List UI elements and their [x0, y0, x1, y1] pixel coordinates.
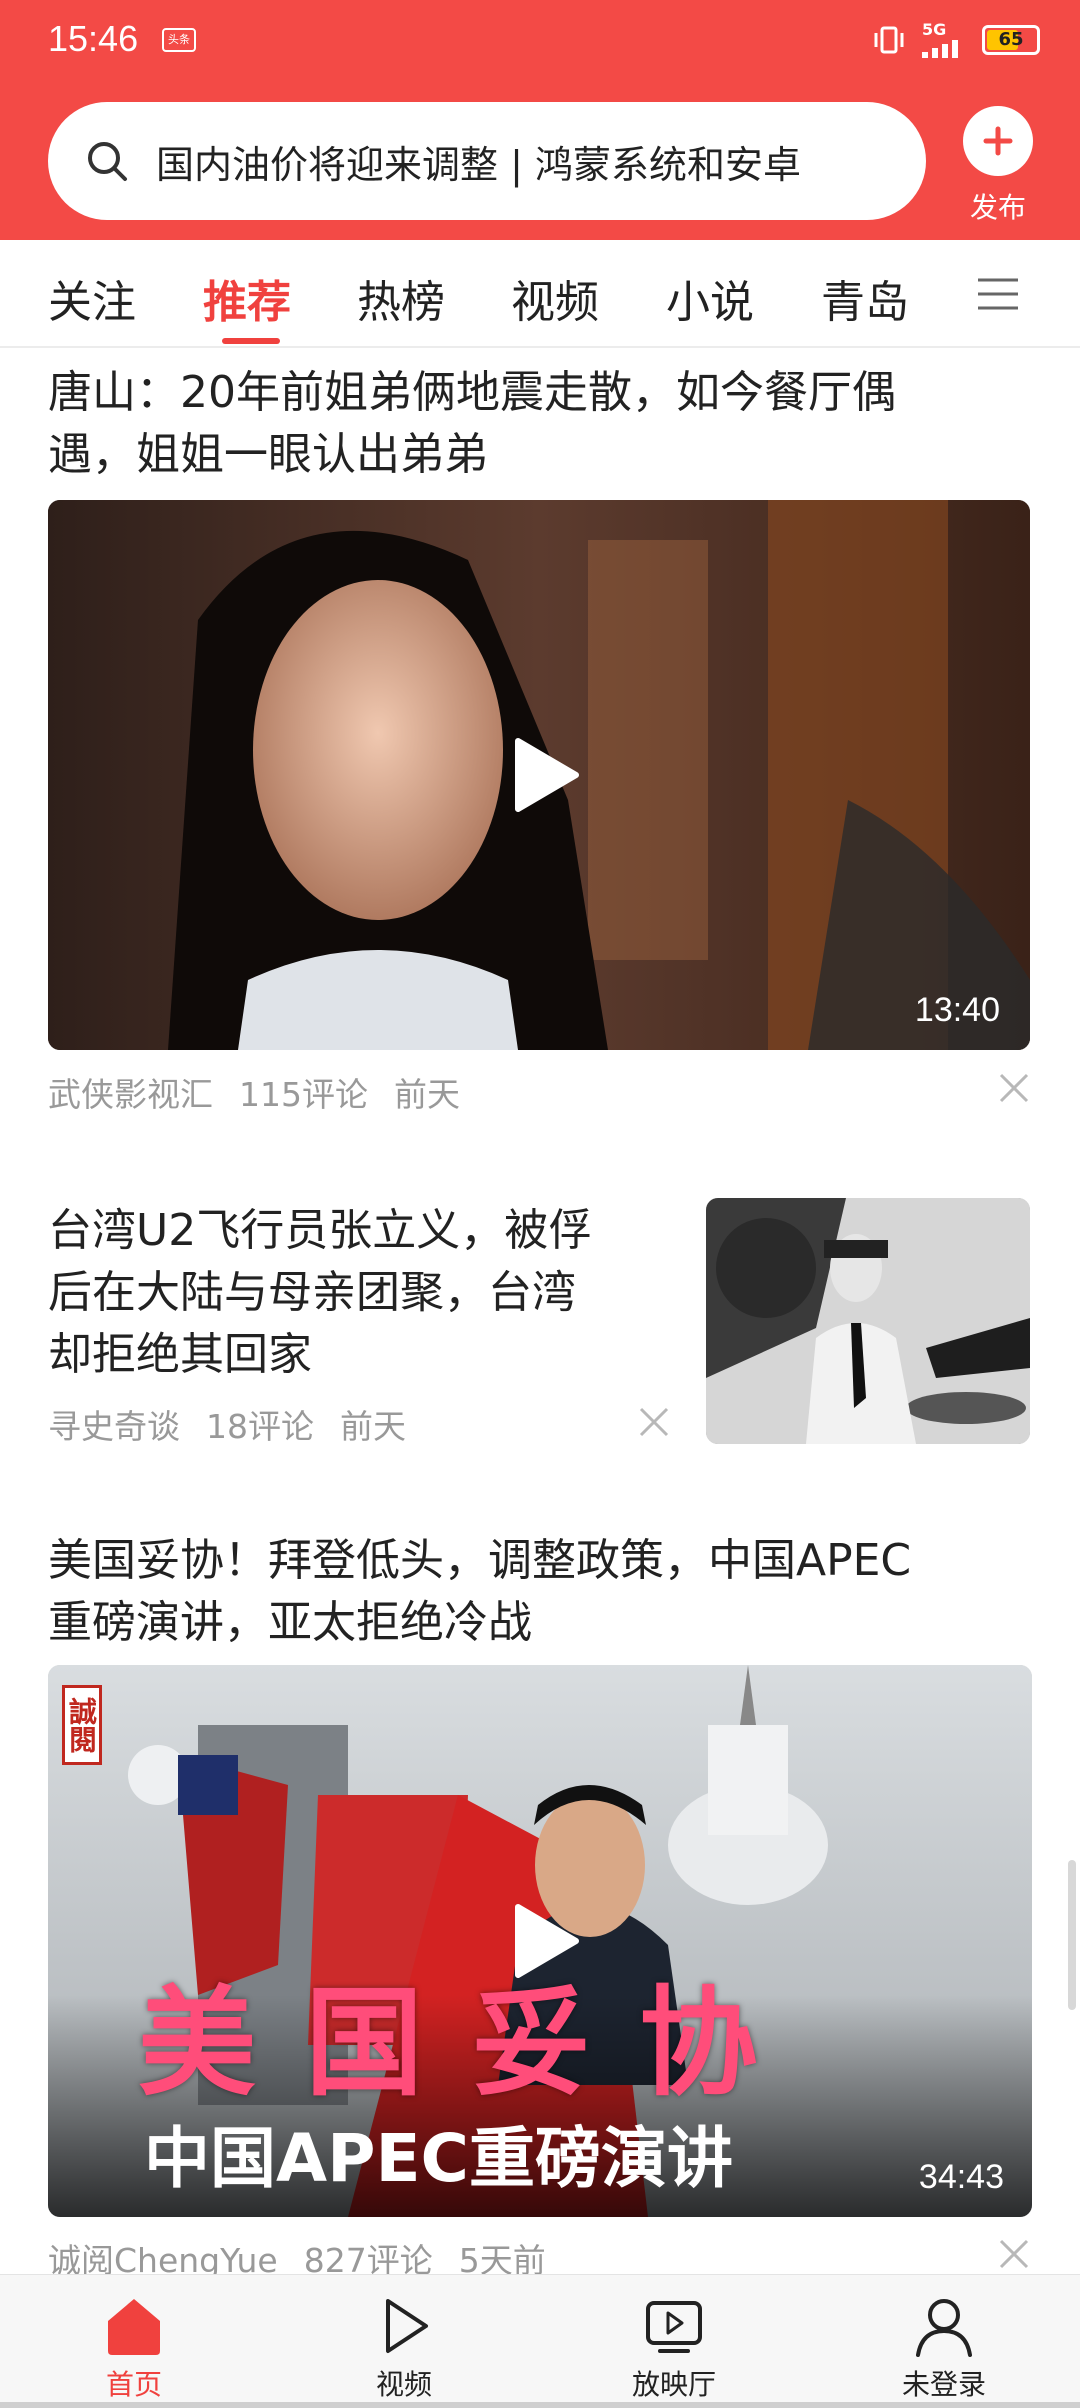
tab-hot[interactable]: 热榜 [357, 266, 445, 330]
tab-follow[interactable]: 关注 [48, 266, 136, 330]
source-name[interactable]: 武侠影视汇 [48, 1068, 213, 1116]
battery-icon: 65 [982, 25, 1040, 55]
status-time: 15:46 [48, 18, 139, 59]
status-bar: 15:46 头条 5G 65 [0, 0, 1080, 90]
search-bar[interactable]: 国内油价将迎来调整 | 鸿蒙系统和安卓 [48, 102, 926, 220]
title-line: 后在大陆与母亲团聚，台湾 [48, 1267, 576, 1318]
tab-recommend[interactable]: 推荐 [203, 266, 291, 330]
title-line: 唐山：20年前姐弟俩地震走散，如今餐厅偶 [48, 367, 896, 418]
article-meta: 武侠影视汇 115评论 前天 [48, 1068, 460, 1116]
title-line: 却拒绝其回家 [48, 1329, 312, 1380]
article-thumbnail[interactable] [706, 1198, 1030, 1444]
user-icon [916, 2299, 972, 2357]
signal-bars-icon [922, 40, 958, 58]
source-name[interactable]: 寻史奇谈 [48, 1400, 180, 1448]
title-line: 重磅演讲，亚太拒绝冷战 [48, 1597, 532, 1648]
publish-time: 前天 [394, 1075, 460, 1114]
play-icon[interactable] [510, 737, 580, 813]
plus-icon [963, 106, 1033, 176]
network-type: 5G [922, 20, 947, 39]
nav-label: 视频 [375, 2368, 432, 2401]
title-line: 美国妥协！拜登低头，调整政策，中国APEC [48, 1535, 912, 1586]
thumbnail-image [706, 1198, 1030, 1444]
tab-novel[interactable]: 小说 [666, 266, 754, 330]
cinema-icon [646, 2301, 702, 2353]
article-title[interactable]: 唐山：20年前姐弟俩地震走散，如今餐厅偶 遇，姐姐一眼认出弟弟 [48, 362, 896, 486]
tab-qingdao[interactable]: 青岛 [821, 266, 909, 330]
publish-label: 发布 [969, 191, 1026, 224]
play-icon[interactable] [510, 1903, 580, 1979]
channel-seal: 誠閱 [62, 1685, 102, 1765]
article-title[interactable]: 美国妥协！拜登低头，调整政策，中国APEC 重磅演讲，亚太拒绝冷战 [48, 1530, 911, 1654]
publish-button[interactable]: 发布 [958, 106, 1038, 226]
play-icon [386, 2299, 428, 2353]
video-thumbnail[interactable]: 13:40 [48, 500, 1030, 1050]
header: 15:46 头条 5G 65 国内油价将迎来调整 | 鸿蒙系统和安卓 发布 [0, 0, 1080, 240]
nav-label: 首页 [105, 2368, 162, 2401]
battery-level: 65 [998, 29, 1024, 50]
search-icon [88, 142, 127, 181]
comment-count: 115评论 [239, 1075, 368, 1114]
video-duration: 34:43 [918, 2158, 1004, 2196]
scrollbar[interactable] [1068, 1860, 1076, 2010]
overlay-headline: 美 国 妥 协 [138, 1974, 762, 2112]
app-badge-icon: 头条 [162, 28, 196, 52]
channel-tabs: 关注 推荐 热榜 视频 小说 青岛 [0, 240, 1080, 348]
title-line: 台湾U2飞行员张立义，被俘 [48, 1205, 593, 1256]
signal-indicator: 5G [922, 22, 966, 58]
overlay-subtitle: 中国APEC重磅演讲 [144, 2120, 733, 2197]
search-hot-query[interactable]: 国内油价将迎来调整 | 鸿蒙系统和安卓 [156, 134, 896, 189]
article-meta: 寻史奇谈 18评论 前天 [48, 1400, 406, 1448]
publish-time: 前天 [340, 1407, 406, 1446]
nav-account[interactable]: 未登录 [874, 2295, 1014, 2403]
comment-count: 18评论 [206, 1407, 314, 1446]
video-thumbnail[interactable]: 誠閱 美 国 妥 协 中国APEC重磅演讲 34:43 [48, 1665, 1032, 2217]
title-line: 遇，姐姐一眼认出弟弟 [48, 429, 488, 480]
dismiss-icon[interactable] [998, 1072, 1030, 1104]
dismiss-icon[interactable] [638, 1406, 670, 1438]
nav-cinema[interactable]: 放映厅 [604, 2295, 744, 2403]
nav-home[interactable]: 首页 [64, 2295, 204, 2403]
status-icons: 5G 65 [872, 22, 1040, 58]
article-title[interactable]: 台湾U2飞行员张立义，被俘 后在大陆与母亲团聚，台湾 却拒绝其回家 [48, 1200, 668, 1386]
active-tab-indicator [222, 338, 280, 344]
nav-video[interactable]: 视频 [334, 2295, 474, 2403]
vibrate-icon [874, 26, 904, 54]
nav-label: 放映厅 [631, 2368, 716, 2401]
tab-video[interactable]: 视频 [511, 266, 599, 330]
nav-label: 未登录 [901, 2368, 986, 2401]
dismiss-icon[interactable] [998, 2238, 1030, 2270]
menu-icon[interactable] [976, 272, 1020, 316]
bottom-navigation: 首页 视频 放映厅 未登录 [0, 2274, 1080, 2408]
video-duration: 13:40 [914, 991, 1000, 1029]
home-icon [108, 2299, 160, 2355]
gesture-bar[interactable] [0, 2402, 1080, 2408]
